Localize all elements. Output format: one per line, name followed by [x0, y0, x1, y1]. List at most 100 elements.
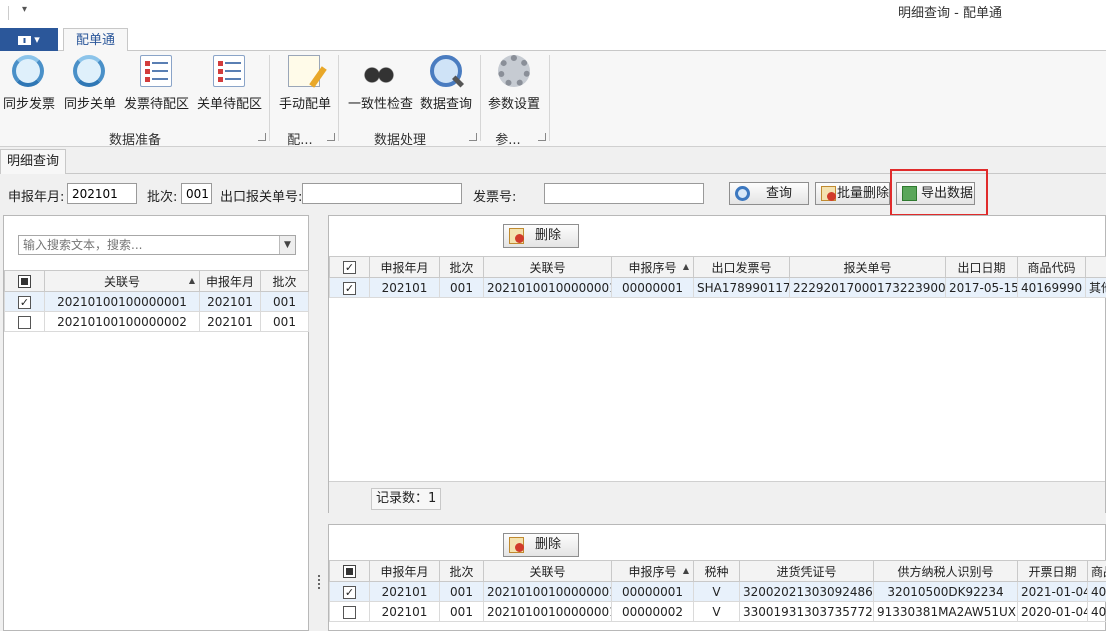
delete-button[interactable]: 删除: [503, 533, 579, 557]
book-icon: [18, 35, 32, 45]
cell: 202101: [369, 277, 440, 298]
cell: 20210100100000001: [44, 291, 200, 312]
sync-icon: [73, 55, 105, 87]
search-input[interactable]: [18, 235, 296, 255]
batch-delete-button[interactable]: 批量删除: [815, 182, 890, 205]
sync-invoice-button[interactable]: 同步发票: [3, 55, 55, 112]
period-input[interactable]: [67, 183, 137, 204]
cell: 202101: [369, 601, 440, 622]
application-menu-button[interactable]: ▾: [0, 28, 58, 51]
batch-input[interactable]: [181, 183, 212, 204]
cell: 202101: [369, 581, 440, 602]
column-header[interactable]: 关联号: [483, 256, 612, 278]
data-query-button[interactable]: 数据查询: [420, 55, 472, 112]
export-highlight-box: [890, 169, 988, 216]
cell: 32010500DK92234: [873, 581, 1018, 602]
group-launcher-icon[interactable]: [327, 133, 335, 141]
cell: 40169990: [1017, 277, 1086, 298]
top-grid-panel: 删除 ✓ 申报年月 批次 关联号 申报序号 ▲ 出口发票号 报关单号 出口日期 商…: [328, 215, 1106, 513]
quick-access-dropdown-icon[interactable]: ▾: [22, 4, 27, 15]
record-count: 记录数：1: [371, 488, 442, 510]
column-header[interactable]: 商品: [1087, 560, 1106, 582]
ribbon-panel: 同步发票 同步关单 发票待配区 关单待配区 手动配单 一致性检查 数据查询 参数…: [0, 51, 1106, 148]
table-row[interactable]: 20210100100000002 202101 001: [4, 311, 309, 332]
column-header-period[interactable]: 申报年月: [199, 270, 261, 292]
row-checkbox[interactable]: [329, 601, 370, 622]
invoice-pending-button[interactable]: 发票待配区: [124, 55, 189, 112]
cell: 202101: [199, 311, 261, 332]
manual-match-button[interactable]: 手动配单: [279, 55, 331, 112]
sort-asc-icon: ▲: [188, 276, 195, 285]
cell: 202101: [199, 291, 261, 312]
cell: 20210100100000001: [483, 601, 612, 622]
sort-asc-icon: ▲: [682, 262, 689, 271]
gear-icon: [498, 55, 530, 87]
cell: 001: [260, 311, 309, 332]
cell: 40: [1087, 581, 1106, 602]
splitter-grip-icon[interactable]: [318, 575, 320, 589]
group-launcher-icon[interactable]: [258, 133, 266, 141]
column-header-batch[interactable]: 批次: [260, 270, 309, 292]
select-all-checkbox[interactable]: [329, 560, 370, 582]
column-header[interactable]: 税种: [693, 560, 740, 582]
query-button[interactable]: 查询: [729, 182, 809, 205]
cell: 91330381MA2AW51UXF: [873, 601, 1018, 622]
cell: 其他: [1085, 277, 1106, 298]
column-header[interactable]: 批次: [439, 256, 484, 278]
settings-button[interactable]: 参数设置: [488, 55, 540, 112]
row-checkbox[interactable]: [4, 311, 45, 332]
customs-pending-button[interactable]: 关单待配区: [197, 55, 262, 112]
cell: 00000001: [611, 581, 694, 602]
group-launcher-icon[interactable]: [469, 133, 477, 141]
sync-icon: [12, 55, 44, 87]
binoculars-icon: [363, 55, 395, 87]
column-header[interactable]: 商品代码: [1017, 256, 1086, 278]
column-header-link-id[interactable]: 关联号 ▲: [44, 270, 200, 292]
cell: SHA178990117: [693, 277, 790, 298]
column-header[interactable]: 关联号: [483, 560, 612, 582]
consistency-check-button[interactable]: 一致性检查: [348, 55, 413, 112]
column-header[interactable]: 申报序号 ▲: [611, 560, 694, 582]
cell: 32002021303092486​3: [739, 581, 874, 602]
panel-splitter[interactable]: [312, 215, 324, 631]
column-header[interactable]: 批次: [439, 560, 484, 582]
select-all-checkbox[interactable]: ✓: [329, 256, 370, 278]
column-header[interactable]: 申报序号 ▲: [611, 256, 694, 278]
row-checkbox[interactable]: ✓: [329, 277, 370, 298]
table-row[interactable]: ✓ 202101 001 20210100100000001 00000001 …: [329, 581, 1106, 602]
delete-button[interactable]: 删除: [503, 224, 579, 248]
column-header[interactable]: 申报年月: [369, 256, 440, 278]
column-header[interactable]: 出口发票号: [693, 256, 790, 278]
sync-customs-button[interactable]: 同步关单: [64, 55, 116, 112]
column-header[interactable]: 出口日期: [945, 256, 1018, 278]
column-header[interactable]: 进货凭证号: [739, 560, 874, 582]
list-icon: [140, 55, 172, 87]
group-separator: [480, 55, 481, 141]
customs-no-input[interactable]: [302, 183, 462, 204]
invoice-no-input[interactable]: [544, 183, 704, 204]
grid-footer: 记录数：1: [329, 481, 1105, 513]
table-row[interactable]: 202101 001 20210100100000001 00000002 V …: [329, 601, 1106, 622]
manual-edit-icon: [288, 55, 320, 87]
column-header[interactable]: 供方纳税人识别号: [873, 560, 1018, 582]
column-header-label: 申报序号: [628, 564, 677, 579]
cell: 222920170001732239001: [789, 277, 946, 298]
row-checkbox[interactable]: ✓: [4, 291, 45, 312]
tab-detail-query[interactable]: 明细查询: [0, 149, 67, 174]
ribbon-tab-main[interactable]: 配单通: [63, 28, 129, 52]
row-checkbox[interactable]: ✓: [329, 581, 370, 602]
cell: 001: [260, 291, 309, 312]
settings-label: 参数设置: [488, 97, 541, 112]
select-all-checkbox[interactable]: [4, 270, 45, 292]
table-row[interactable]: ✓ 20210100100000001 202101 001: [4, 291, 309, 312]
cell: 00000002: [611, 601, 694, 622]
group-launcher-icon[interactable]: [538, 133, 546, 141]
period-label: 申报年月:: [8, 190, 65, 205]
chevron-down-icon[interactable]: ▼: [279, 236, 295, 254]
column-header[interactable]: 申报年月: [369, 560, 440, 582]
column-header[interactable]: [1085, 256, 1106, 278]
column-header[interactable]: 报关单号: [789, 256, 946, 278]
column-header[interactable]: 开票日期: [1017, 560, 1088, 582]
cell: 001: [439, 601, 484, 622]
table-row[interactable]: ✓ 202101 001 20210100100000001 00000001 …: [329, 277, 1106, 298]
